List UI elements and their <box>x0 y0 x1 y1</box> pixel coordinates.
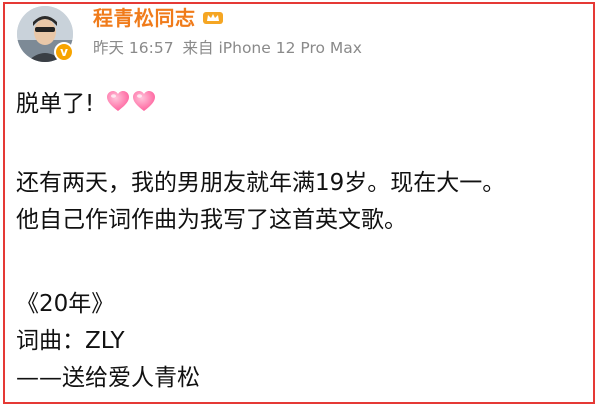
verified-v-icon: v <box>54 42 74 62</box>
emoji-group <box>106 90 156 112</box>
post-meta: 昨天 16:57 来自 iPhone 12 Pro Max <box>93 36 366 58</box>
post-line-2: 还有两天，我的男朋友就年满19岁。现在大一。 <box>16 170 506 196</box>
post-time: 昨天 16:57 <box>93 39 174 57</box>
post-text-line: 脱单了! <box>16 91 95 117</box>
post-line-4: 《20年》 <box>16 291 115 317</box>
post-line-5: 词曲：ZLY <box>16 328 125 354</box>
heart-icon <box>107 91 130 111</box>
post-line-3: 他自己作词作曲为我写了这首英文歌。 <box>16 207 407 233</box>
post-line-1: 脱单了! <box>16 84 588 118</box>
member-crown-icon <box>202 11 223 24</box>
author-name-row[interactable]: 程青松同志 <box>93 2 224 31</box>
post-source: 来自 iPhone 12 Pro Max <box>182 39 362 57</box>
author-name[interactable]: 程青松同志 <box>93 2 196 31</box>
post-line-6: ——送给爱人青松 <box>16 365 200 391</box>
heart-icon <box>133 91 156 111</box>
